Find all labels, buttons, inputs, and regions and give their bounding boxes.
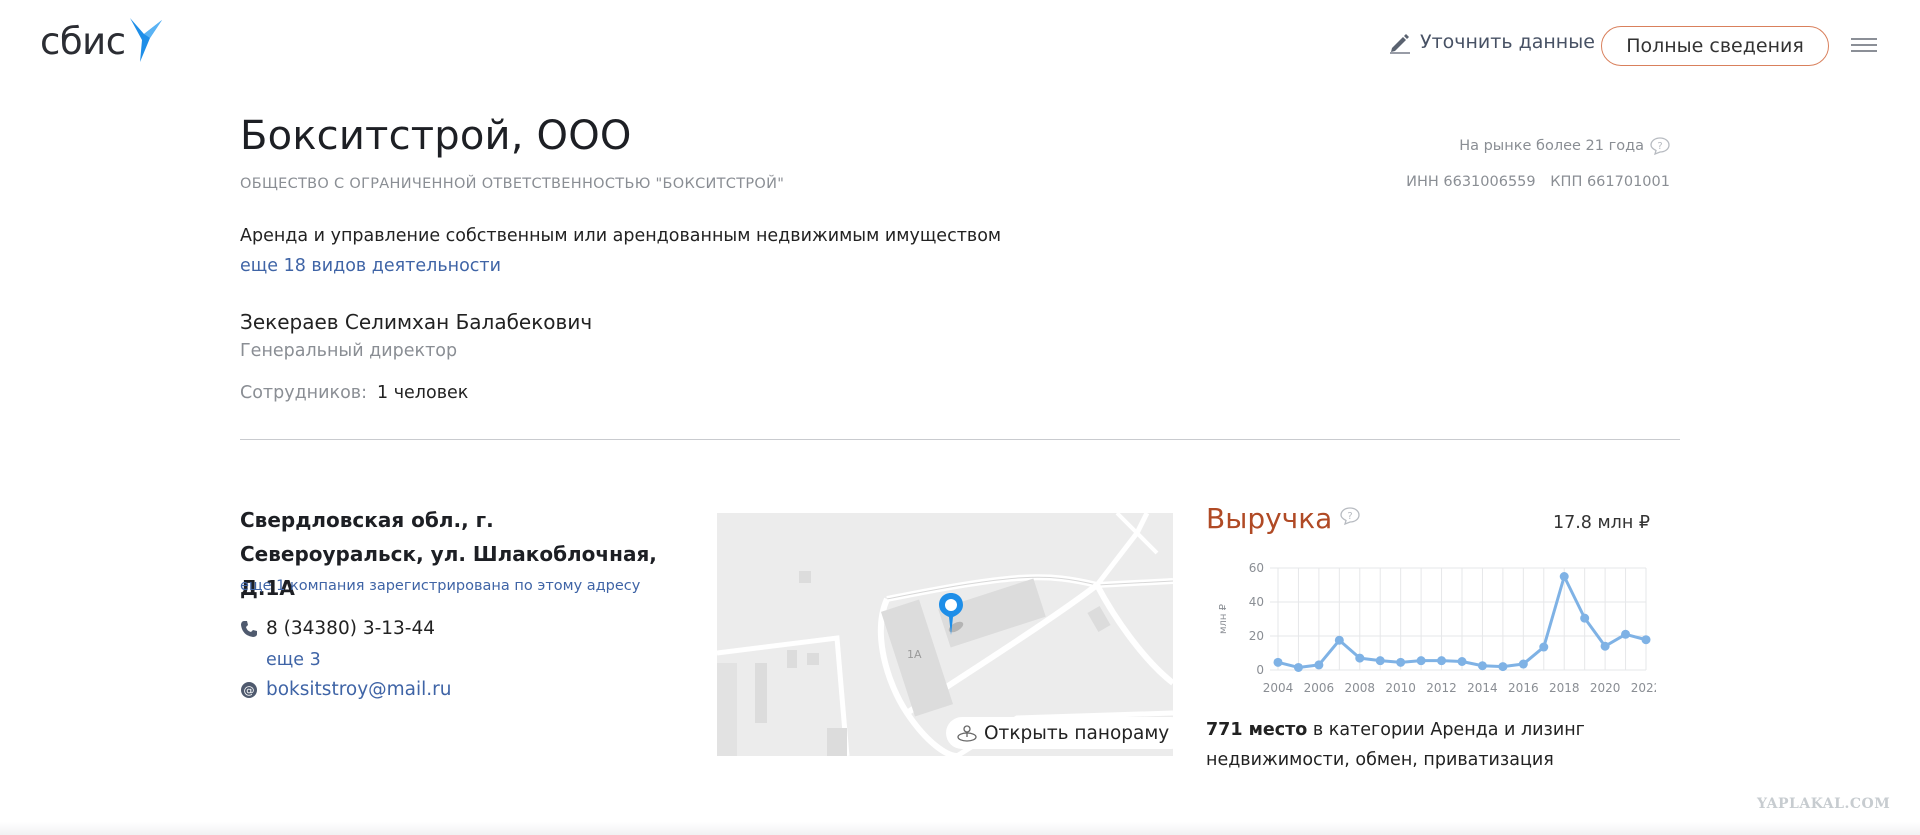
building-number: 1А <box>907 648 922 661</box>
y-tick-label: 40 <box>1249 595 1264 609</box>
svg-text:?: ? <box>1348 511 1353 522</box>
x-tick-label: 2004 <box>1263 681 1294 695</box>
x-tick-label: 2022 <box>1631 681 1656 695</box>
phone-number[interactable]: 8 (34380) 3-13-44 <box>266 618 435 639</box>
company-name: Бокситстрой, ООО <box>240 113 632 159</box>
rank-place: 771 место <box>1206 720 1308 740</box>
director-role: Генеральный директор <box>240 341 458 361</box>
revenue-data-point <box>1273 657 1283 667</box>
page-bottom-edge <box>0 822 1920 835</box>
revenue-data-point <box>1641 635 1651 645</box>
revenue-data-point <box>1498 662 1508 672</box>
help-icon[interactable]: ? <box>1650 137 1670 155</box>
revenue-data-point <box>1375 656 1385 666</box>
same-address-link[interactable]: еще 1 компания зарегистрирована по этому… <box>240 578 640 594</box>
revenue-value: 17.8 млн ₽ <box>1552 513 1650 533</box>
full-info-button[interactable]: Полные сведения <box>1601 26 1829 66</box>
x-tick-label: 2012 <box>1426 681 1457 695</box>
x-tick-label: 2008 <box>1345 681 1376 695</box>
x-tick-label: 2016 <box>1508 681 1539 695</box>
inn-kpp: ИНН 6631006559 КПП 661701001 <box>1406 174 1670 190</box>
employees-label: Сотрудников: <box>240 383 367 403</box>
menu-icon[interactable] <box>1851 38 1877 54</box>
x-tick-label: 2006 <box>1304 681 1335 695</box>
phone-icon <box>241 620 257 637</box>
email-link: boksitstroy@mail.ru <box>266 679 452 700</box>
revenue-chart: 0 20 40 60 млн ₽ 2004 2006 2008 2010 2012 2014 2016… <box>1218 561 1656 695</box>
revenue-data-point <box>1396 657 1406 667</box>
inn: ИНН 6631006559 <box>1406 174 1536 190</box>
revenue-data-point <box>1334 635 1344 645</box>
location-pin-icon <box>939 593 964 635</box>
company-legal-name: ОБЩЕСТВО С ОГРАНИЧЕННОЙ ОТВЕТСТВЕННОСТЬЮ… <box>240 176 785 192</box>
bird-logo-icon <box>129 18 162 62</box>
open-panorama-button[interactable]: Открыть панораму <box>946 717 1188 749</box>
refine-data-label: Уточнить данные <box>1420 31 1595 53</box>
market-age: На рынке более 21 года ? <box>1459 137 1670 155</box>
revenue-data-point <box>1539 642 1549 652</box>
main-activity: Аренда и управление собственным или арен… <box>240 226 1002 246</box>
x-tick-label: 2014 <box>1467 681 1498 695</box>
revenue-data-point <box>1437 656 1447 666</box>
revenue-data-point <box>1416 656 1426 666</box>
revenue-data-point <box>1559 572 1569 581</box>
sbis-logo[interactable]: сбис <box>40 18 166 64</box>
revenue-data-point <box>1580 613 1590 623</box>
employees-value: 1 человек <box>377 383 469 403</box>
revenue-data-point <box>1518 659 1528 669</box>
help-icon[interactable]: ? <box>1340 506 1360 525</box>
director-name[interactable]: Зекераев Селимхан Балабекович <box>240 310 592 334</box>
x-tick-label: 2010 <box>1385 681 1416 695</box>
revenue-data-point <box>1293 662 1303 672</box>
y-axis-label: млн ₽ <box>1218 603 1229 634</box>
x-tick-label: 2018 <box>1549 681 1580 695</box>
more-activities-link[interactable]: еще 18 видов деятельности <box>240 256 501 276</box>
revenue-data-point <box>1600 641 1610 651</box>
panorama-icon <box>957 725 977 742</box>
x-tick-label: 2020 <box>1590 681 1621 695</box>
revenue-data-point <box>1314 660 1324 670</box>
refine-data-link[interactable]: Уточнить данные <box>1388 30 1595 54</box>
y-tick-label: 20 <box>1249 629 1264 643</box>
revenue-title: Выручка ? <box>1206 502 1360 535</box>
open-panorama-label: Открыть панораму <box>984 722 1170 744</box>
revenue-title-text: Выручка <box>1206 502 1333 535</box>
email-row[interactable]: @ boksitstroy@mail.ru <box>240 679 452 700</box>
revenue-data-point <box>1477 661 1487 671</box>
header: сбис Уточнить данные Полные сведения <box>0 0 1920 92</box>
pencil-icon <box>1390 34 1410 54</box>
svg-text:?: ? <box>1657 141 1662 152</box>
y-tick-label: 0 <box>1256 663 1264 677</box>
divider <box>240 439 1680 440</box>
watermark: YAPLAKAL.COM <box>1757 796 1891 812</box>
revenue-data-point <box>1457 657 1467 666</box>
category-rank: 771 место в категории Аренда и лизинг не… <box>1206 715 1606 775</box>
y-tick-label: 60 <box>1249 561 1264 575</box>
svg-text:@: @ <box>244 684 255 697</box>
email-icon: @ <box>241 681 257 698</box>
market-age-text: На рынке более 21 года <box>1459 138 1644 154</box>
phone-row: 8 (34380) 3-13-44 <box>240 618 435 639</box>
kpp: КПП 661701001 <box>1550 174 1670 190</box>
employees: Сотрудников: 1 человек <box>240 383 468 403</box>
revenue-data-point <box>1355 653 1365 663</box>
logo-text: сбис <box>40 19 126 63</box>
more-phones-link[interactable]: еще 3 <box>266 650 321 670</box>
revenue-data-point <box>1621 629 1631 639</box>
